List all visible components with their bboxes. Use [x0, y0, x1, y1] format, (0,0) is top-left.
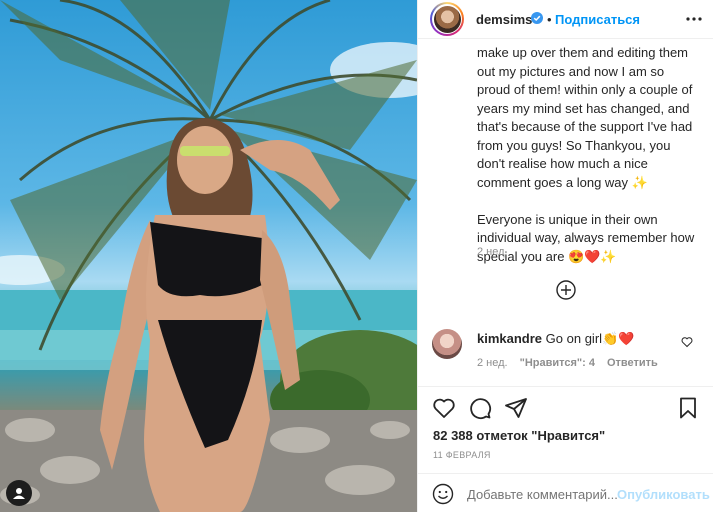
publish-button[interactable]: Опубликовать	[617, 487, 710, 502]
verified-badge-icon	[531, 12, 543, 24]
caption-line: proud of them! within only a couple of	[477, 82, 693, 97]
caption-line: don't realise how much a nice	[477, 156, 648, 171]
caption-line: comment goes a long way ✨	[477, 174, 648, 190]
caption-line: out my pictures and now I am so	[477, 63, 665, 79]
heart-icon[interactable]	[432, 396, 456, 420]
instagram-post: demsims • Подписаться make up over them …	[0, 0, 713, 512]
post-header: demsims • Подписаться	[418, 0, 713, 39]
emoji-icon[interactable]	[432, 483, 454, 505]
comment-timestamp[interactable]: 2 нед.	[477, 357, 508, 369]
caption-line: that's because of the support I've had	[477, 119, 693, 134]
commenter-avatar[interactable]	[432, 329, 462, 359]
reply-button[interactable]: Ответить	[607, 357, 658, 369]
comment-text: Go on girl👏❤️	[545, 331, 635, 346]
caption-line: individual way, always remember how	[477, 230, 695, 245]
caption-line: Everyone is unique in their own	[477, 211, 658, 227]
author-avatar[interactable]	[430, 2, 464, 36]
caption-line: from you guys! So Thankyou, you	[477, 137, 671, 153]
caption-line: make up over them and editing them	[477, 45, 689, 60]
comment-like-icon[interactable]	[681, 336, 693, 348]
post-photo[interactable]	[0, 0, 417, 512]
likes-count[interactable]: 82 388 отметок "Нравится"	[433, 428, 605, 443]
more-options-icon[interactable]	[685, 12, 703, 26]
divider	[418, 473, 713, 474]
author-username[interactable]: demsims	[476, 12, 532, 27]
share-icon[interactable]	[504, 396, 528, 420]
comment-meta: 2 нед. "Нравится": 4 Ответить	[477, 357, 658, 369]
comment-likes-count[interactable]: "Нравится": 4	[520, 357, 595, 369]
header-separator: •	[547, 12, 552, 27]
post-caption: make up over them and editing them out m…	[477, 44, 707, 266]
bookmark-icon[interactable]	[676, 396, 700, 420]
user-tag-button[interactable]	[6, 480, 32, 506]
user-tag-icon	[13, 488, 25, 499]
follow-button[interactable]: Подписаться	[555, 12, 640, 27]
avatar-image	[433, 5, 461, 33]
divider	[418, 386, 713, 387]
plus-circle-icon[interactable]	[556, 280, 576, 300]
post-date[interactable]: 11 ФЕВРАЛЯ	[433, 450, 491, 460]
caption-timestamp[interactable]: 2 нед.	[477, 246, 508, 258]
caption-line: years my mind set has changed, and	[477, 100, 690, 116]
comment-body: kimkandre Go on girl👏❤️	[477, 331, 634, 347]
caption-line: special you are 😍❤️✨	[477, 248, 617, 264]
photo-scene	[0, 0, 417, 512]
add-comment-input[interactable]	[467, 487, 617, 502]
comment-icon[interactable]	[468, 396, 492, 420]
commenter-username[interactable]: kimkandre	[477, 331, 542, 346]
post-side-panel: demsims • Подписаться make up over them …	[417, 0, 713, 512]
